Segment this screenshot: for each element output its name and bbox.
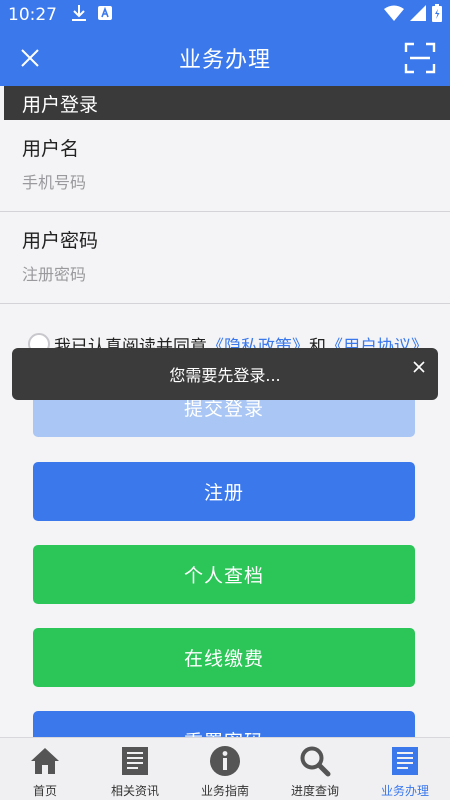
nav-label: 业务办理	[380, 784, 429, 798]
wifi-icon	[384, 5, 404, 25]
username-input[interactable]	[22, 168, 422, 196]
section-header: 用户登录	[4, 86, 450, 120]
status-time: 10:27	[8, 5, 57, 25]
search-icon	[298, 744, 332, 778]
app-bar: 业务办理	[0, 30, 450, 86]
password-input[interactable]	[22, 260, 422, 288]
scan-icon	[404, 42, 436, 74]
nav-label: 相关资讯	[110, 784, 159, 798]
password-row: 用户密码	[0, 212, 450, 304]
page-title: 业务办理	[178, 48, 271, 73]
signal-icon	[410, 5, 426, 25]
news-icon	[118, 744, 152, 778]
nav-item-business[interactable]: 业务办理	[360, 738, 450, 800]
business-icon	[388, 744, 422, 778]
bottom-nav: 首页 相关资讯 业务指南 进度查询 业务办理	[0, 737, 450, 800]
download-icon	[71, 4, 87, 26]
password-label: 用户密码	[22, 230, 99, 252]
nav-item-home[interactable]: 首页	[0, 738, 90, 800]
login-required-toast: 您需要先登录...	[12, 348, 438, 400]
app-notification-icon	[97, 5, 113, 25]
online-pay-button[interactable]: 在线缴费	[33, 628, 415, 687]
status-bar: 10:27	[0, 0, 450, 30]
scan-button[interactable]	[402, 40, 438, 76]
nav-item-progress[interactable]: 进度查询	[270, 738, 360, 800]
nav-label: 进度查询	[290, 784, 339, 798]
personal-file-button[interactable]: 个人查档	[33, 545, 415, 604]
home-icon	[28, 744, 62, 778]
close-icon	[413, 361, 425, 373]
username-label: 用户名	[22, 138, 80, 160]
close-icon	[21, 49, 39, 67]
section-title: 用户登录	[22, 93, 99, 116]
battery-icon	[432, 4, 442, 26]
close-button[interactable]	[16, 44, 44, 72]
toast-message: 您需要先登录...	[169, 366, 281, 385]
info-icon	[208, 744, 242, 778]
register-button[interactable]: 注册	[33, 462, 415, 521]
nav-item-news[interactable]: 相关资讯	[90, 738, 180, 800]
nav-item-guide[interactable]: 业务指南	[180, 738, 270, 800]
nav-label: 首页	[32, 784, 57, 798]
nav-label: 业务指南	[200, 784, 249, 798]
toast-close-button[interactable]	[410, 358, 428, 376]
username-row: 用户名	[0, 120, 450, 212]
